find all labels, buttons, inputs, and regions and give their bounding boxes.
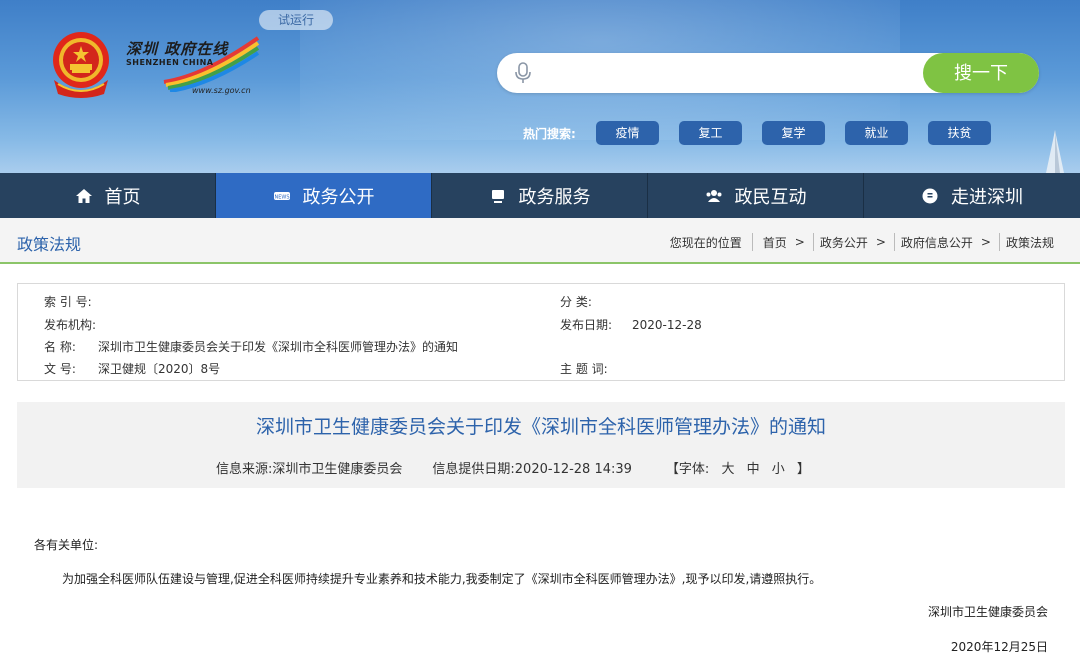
logo-chinese-text: 深圳 政府在线 — [126, 40, 229, 58]
info-index-row: 索 引 号: — [44, 293, 98, 310]
search-box: 搜一下 — [497, 53, 1039, 93]
home-icon — [75, 188, 92, 203]
nav-item-home[interactable]: 首页 — [0, 173, 216, 218]
breadcrumb-divider — [751, 233, 753, 251]
hot-tag[interactable]: 复工 — [679, 121, 742, 145]
breadcrumb-item[interactable]: 政务公开 — [820, 234, 868, 251]
logo-url-text: www.sz.gov.cn — [192, 86, 251, 95]
font-size-control: 【字体: 大 中 小 】 — [662, 458, 814, 477]
info-label: 主 题 词: — [560, 362, 608, 376]
info-label: 分 类: — [560, 295, 592, 309]
nav-item-about-shenzhen[interactable]: 走进深圳 — [864, 173, 1080, 218]
hot-search-tags: 疫情 复工 复学 就业 扶贫 — [596, 121, 991, 145]
national-emblem-icon — [53, 32, 109, 98]
breadcrumb-item[interactable]: 首页 — [763, 234, 787, 251]
info-keyword-row: 主 题 词: — [560, 360, 632, 377]
hot-tag[interactable]: 复学 — [762, 121, 825, 145]
nav-item-label: 走进深圳 — [951, 186, 1023, 208]
shenzhen-logo[interactable]: 深圳 政府在线 SHENZHEN CHINA www.sz.gov.cn — [124, 36, 260, 98]
info-date-row: 发布日期: 2020-12-28 — [560, 316, 702, 333]
hot-search-label: 热门搜索: — [523, 127, 576, 141]
people-icon — [706, 189, 721, 202]
info-label: 名 称: — [44, 340, 76, 354]
article-provided-date: 信息提供日期:2020-12-28 14:39 — [432, 462, 632, 477]
info-label: 索 引 号: — [44, 295, 92, 309]
article-header: 深圳市卫生健康委员会关于印发《深圳市全科医师管理办法》的通知 信息来源:深圳市卫… — [17, 402, 1065, 488]
info-value: 深卫健规〔2020〕8号 — [98, 362, 221, 376]
article-title: 深圳市卫生健康委员会关于印发《深圳市全科医师管理办法》的通知 — [255, 416, 826, 438]
breadcrumb: 您现在的位置 首页 > 政务公开 > 政府信息公开 > 政策法规 — [670, 233, 1054, 251]
font-small-button[interactable]: 小 — [772, 462, 785, 477]
document-info-table: 索 引 号: 分 类: 发布机构: 发布日期: 2020-12-28 名 称: 深圳… — [17, 283, 1065, 381]
microphone-icon[interactable] — [513, 61, 533, 85]
article-source: 信息来源:深圳市卫生健康委员会 — [216, 462, 403, 477]
article-date: 2020年12月25日 — [950, 640, 1048, 654]
logo-english-text: SHENZHEN CHINA — [126, 58, 214, 67]
breadcrumb-divider — [998, 233, 1000, 251]
info-docno-row: 文 号: 深卫健规〔2020〕8号 — [44, 360, 220, 377]
info-category-row: 分 类: — [560, 293, 632, 310]
info-publisher-row: 发布机构: — [44, 316, 98, 333]
breadcrumb-divider — [893, 233, 895, 251]
breadcrumb-item[interactable]: 政府信息公开 — [901, 234, 973, 251]
breadcrumb-bar: 政策法规 您现在的位置 首页 > 政务公开 > 政府信息公开 > 政策法规 — [0, 218, 1080, 264]
info-label: 发布日期: — [560, 318, 613, 332]
nav-item-label: 首页 — [104, 186, 141, 208]
article-greeting: 各有关单位: — [34, 538, 99, 552]
nav-item-government-services[interactable]: 政务服务 — [432, 173, 648, 218]
font-large-button[interactable]: 大 — [721, 462, 734, 477]
hot-tag[interactable]: 就业 — [845, 121, 908, 145]
svg-text:NEWS: NEWS — [274, 194, 289, 200]
chevron-right-icon: > — [794, 235, 805, 249]
article-meta: 信息来源:深圳市卫生健康委员会 信息提供日期:2020-12-28 14:39 … — [216, 458, 814, 477]
info-label: 文 号: — [44, 362, 76, 376]
nav-item-government-affairs[interactable]: NEWS 政务公开 — [216, 173, 432, 218]
article-signature: 深圳市卫生健康委员会 — [927, 605, 1048, 619]
skyscraper-icon — [1046, 130, 1064, 173]
city-icon — [922, 188, 938, 203]
search-input[interactable] — [545, 59, 915, 87]
site-banner: 试运行 深圳 政府在线 SHENZHEN CHINA www.sz.gov.cn… — [0, 0, 1080, 173]
hot-tag[interactable]: 扶贫 — [928, 121, 991, 145]
font-control-open: 【字体: — [665, 462, 710, 477]
trial-badge: 试运行 — [259, 10, 333, 30]
info-name-row: 名 称: 深圳市卫生健康委员会关于印发《深圳市全科医师管理办法》的通知 — [44, 338, 458, 355]
section-title[interactable]: 政策法规 — [17, 231, 81, 255]
breadcrumb-divider — [812, 233, 814, 251]
nav-item-public-interaction[interactable]: 政民互动 — [648, 173, 864, 218]
info-value: 深圳市卫生健康委员会关于印发《深圳市全科医师管理办法》的通知 — [98, 340, 459, 354]
font-control-close: 】 — [796, 462, 810, 477]
font-medium-button[interactable]: 中 — [747, 462, 760, 477]
search-button[interactable]: 搜一下 — [923, 53, 1039, 93]
nav-item-label: 政民互动 — [734, 186, 807, 208]
chevron-right-icon: > — [875, 235, 886, 249]
nav-item-label: 政务服务 — [518, 186, 591, 208]
info-label: 发布机构: — [44, 318, 97, 332]
breadcrumb-location-label: 您现在的位置 — [669, 235, 742, 250]
article-paragraph: 为加强全科医师队伍建设与管理,促进全科医师持续提升专业素养和技术能力,我委制定了… — [62, 572, 822, 586]
breadcrumb-item[interactable]: 政策法规 — [1006, 234, 1054, 251]
info-value: 2020-12-28 — [632, 318, 702, 332]
hot-tag[interactable]: 疫情 — [596, 121, 659, 145]
chevron-right-icon: > — [980, 235, 991, 249]
monitor-icon — [491, 189, 504, 203]
nav-item-label: 政务公开 — [302, 186, 375, 208]
news-icon: NEWS — [273, 191, 290, 200]
main-nav: 首页 NEWS 政务公开 政务服务 政民互动 走进深圳 — [0, 173, 1080, 218]
